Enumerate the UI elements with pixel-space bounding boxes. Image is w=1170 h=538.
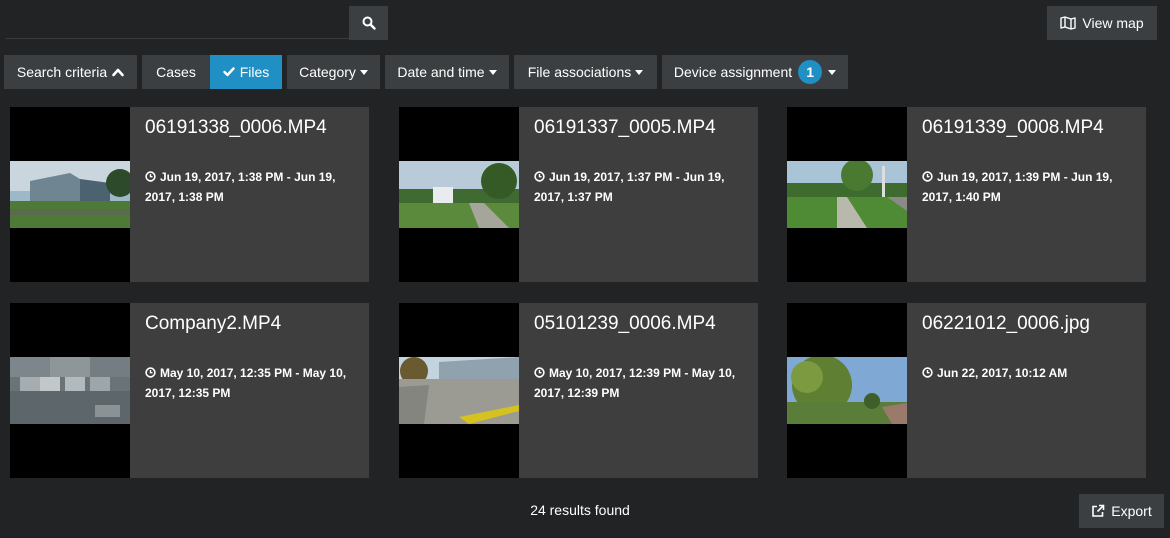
- thumbnail-image: [10, 161, 130, 228]
- file-date: Jun 22, 2017, 10:12 AM: [922, 363, 1127, 383]
- caret-down-icon: [828, 69, 837, 75]
- date-time-label: Date and time: [397, 64, 485, 80]
- file-associations-label: File associations: [527, 64, 632, 80]
- chevron-up-icon: [112, 68, 124, 77]
- file-date-text: May 10, 2017, 12:39 PM - May 10, 2017, 1…: [534, 366, 736, 400]
- device-assignment-badge: 1: [798, 60, 823, 84]
- file-date-text: Jun 22, 2017, 10:12 AM: [937, 366, 1068, 380]
- file-date: Jun 19, 2017, 1:39 PM - Jun 19, 2017, 1:…: [922, 167, 1127, 207]
- search-button[interactable]: [349, 6, 388, 40]
- map-icon: [1060, 16, 1077, 30]
- file-date-text: Jun 19, 2017, 1:37 PM - Jun 19, 2017, 1:…: [534, 170, 725, 204]
- caret-down-icon: [488, 69, 497, 75]
- search-criteria-toggle[interactable]: Search criteria: [4, 55, 137, 89]
- file-date: May 10, 2017, 12:39 PM - May 10, 2017, 1…: [534, 363, 739, 403]
- file-associations-dropdown[interactable]: File associations: [514, 55, 657, 89]
- file-card[interactable]: Company2.MP4 May 10, 2017, 12:35 PM - Ma…: [10, 303, 369, 478]
- clock-icon: [922, 171, 933, 182]
- tab-files-label: Files: [239, 64, 270, 80]
- thumbnail-image: [10, 357, 130, 424]
- tab-cases-label: Cases: [156, 64, 196, 80]
- category-dropdown[interactable]: Category: [287, 55, 380, 89]
- file-card[interactable]: 06221012_0006.jpg Jun 22, 2017, 10:12 AM: [787, 303, 1146, 478]
- file-date-text: Jun 19, 2017, 1:38 PM - Jun 19, 2017, 1:…: [145, 170, 336, 204]
- file-date: May 10, 2017, 12:35 PM - May 10, 2017, 1…: [145, 363, 350, 403]
- external-link-icon: [1092, 504, 1105, 517]
- clock-icon: [145, 367, 156, 378]
- category-label: Category: [299, 64, 356, 80]
- thumbnail-image: [399, 161, 519, 228]
- file-name[interactable]: 06191339_0008.MP4: [922, 117, 1104, 139]
- caret-down-icon: [635, 69, 644, 75]
- file-thumbnail[interactable]: [10, 303, 130, 478]
- thumbnail-image: [399, 357, 519, 424]
- file-thumbnail[interactable]: [399, 303, 519, 478]
- top-bar: View map: [0, 0, 1170, 42]
- caret-down-icon: [359, 69, 368, 75]
- file-date: Jun 19, 2017, 1:37 PM - Jun 19, 2017, 1:…: [534, 167, 739, 207]
- clock-icon: [922, 367, 933, 378]
- thumbnail-image: [787, 161, 907, 228]
- file-name[interactable]: 05101239_0006.MP4: [534, 313, 716, 335]
- device-assignment-label: Device assignment: [673, 64, 793, 80]
- search-criteria-label: Search criteria: [16, 64, 108, 80]
- file-date-text: May 10, 2017, 12:35 PM - May 10, 2017, 1…: [145, 366, 347, 400]
- file-name[interactable]: 06191338_0006.MP4: [145, 117, 327, 139]
- file-card[interactable]: 06191337_0005.MP4 Jun 19, 2017, 1:37 PM …: [399, 107, 758, 282]
- search-icon: [362, 16, 376, 30]
- date-time-dropdown[interactable]: Date and time: [385, 55, 509, 89]
- file-card[interactable]: 06191338_0006.MP4 Jun 19, 2017, 1:38 PM …: [10, 107, 369, 282]
- clock-icon: [534, 171, 545, 182]
- results-count: 24 results found: [530, 502, 630, 518]
- file-date-text: Jun 19, 2017, 1:39 PM - Jun 19, 2017, 1:…: [922, 170, 1113, 204]
- export-button[interactable]: Export: [1079, 494, 1164, 528]
- search-input[interactable]: [6, 6, 349, 39]
- clock-icon: [145, 171, 156, 182]
- file-name[interactable]: 06191337_0005.MP4: [534, 117, 716, 139]
- file-card[interactable]: 05101239_0006.MP4 May 10, 2017, 12:39 PM…: [399, 303, 758, 478]
- device-assignment-dropdown[interactable]: Device assignment 1: [662, 55, 848, 89]
- view-map-button[interactable]: View map: [1047, 6, 1157, 40]
- file-thumbnail[interactable]: [787, 107, 907, 282]
- file-thumbnail[interactable]: [10, 107, 130, 282]
- checkmark-icon: [223, 67, 235, 77]
- file-name[interactable]: Company2.MP4: [145, 313, 281, 335]
- export-label: Export: [1111, 503, 1152, 519]
- file-thumbnail[interactable]: [399, 107, 519, 282]
- view-map-label: View map: [1082, 15, 1144, 31]
- clock-icon: [534, 367, 545, 378]
- thumbnail-image: [787, 357, 907, 424]
- file-card[interactable]: 06191339_0008.MP4 Jun 19, 2017, 1:39 PM …: [787, 107, 1146, 282]
- file-name[interactable]: 06221012_0006.jpg: [922, 313, 1090, 335]
- file-date: Jun 19, 2017, 1:38 PM - Jun 19, 2017, 1:…: [145, 167, 350, 207]
- tab-cases[interactable]: Cases: [142, 55, 210, 89]
- file-thumbnail[interactable]: [787, 303, 907, 478]
- tab-files[interactable]: Files: [210, 55, 282, 89]
